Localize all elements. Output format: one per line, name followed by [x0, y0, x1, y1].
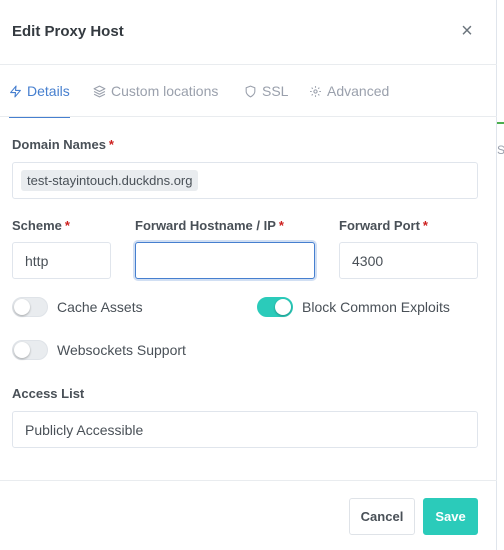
layers-icon [93, 85, 106, 97]
save-button[interactable]: Save [423, 498, 478, 535]
forward-hostname-input[interactable] [135, 242, 315, 279]
block-common-exploits-label: Block Common Exploits [302, 299, 450, 315]
domain-names-label: Domain Names * [12, 137, 114, 152]
domain-names-label-text: Domain Names [12, 137, 106, 152]
access-list-label: Access List [12, 386, 85, 401]
forward-port-input[interactable]: 4300 [339, 242, 478, 279]
switch-knob [14, 342, 30, 358]
scheme-value: http [25, 252, 49, 269]
domain-chip[interactable]: test-stayintouch.duckdns.org [21, 170, 199, 191]
tab-ssl[interactable]: SSL [244, 65, 288, 117]
cache-assets-switch[interactable] [12, 297, 48, 317]
tab-details[interactable]: Details [9, 65, 70, 118]
websockets-support-switch[interactable] [12, 340, 48, 360]
modal-footer: Cancel Save [0, 480, 497, 550]
required-mark: * [278, 218, 284, 233]
access-list-value: Publicly Accessible [25, 421, 144, 438]
shield-icon [245, 85, 256, 97]
edit-proxy-host-modal: Edit Proxy Host × Details Custom locatio… [0, 0, 497, 550]
cache-assets-label: Cache Assets [57, 299, 143, 315]
tab-details-label: Details [27, 83, 70, 99]
modal-header: Edit Proxy Host × [0, 0, 497, 65]
zap-icon [10, 85, 21, 97]
tab-custom-locations[interactable]: Custom locations [93, 65, 218, 117]
access-list-select[interactable]: Publicly Accessible [12, 411, 478, 448]
tab-advanced[interactable]: Advanced [309, 65, 389, 117]
forward-port-label-text: Forward Port [339, 218, 420, 233]
required-mark: * [422, 218, 428, 233]
background-accent-line [497, 122, 504, 124]
tab-custom-locations-label: Custom locations [111, 83, 219, 99]
scheme-label: Scheme * [12, 218, 70, 233]
scheme-label-text: Scheme [12, 218, 62, 233]
forward-hostname-label-text: Forward Hostname / IP [135, 218, 276, 233]
forward-port-value: 4300 [352, 252, 384, 269]
background-page-edge: S [497, 0, 504, 550]
tab-ssl-label: SSL [262, 83, 289, 99]
forward-port-label: Forward Port * [339, 218, 428, 233]
forward-hostname-label: Forward Hostname / IP * [135, 218, 284, 233]
close-icon[interactable]: × [458, 21, 476, 41]
cancel-button[interactable]: Cancel [349, 498, 415, 535]
tab-bar: Details Custom locations SSL Advanced [0, 65, 497, 118]
block-common-exploits-toggle[interactable]: Block Common Exploits [257, 297, 450, 317]
required-mark: * [108, 137, 114, 152]
websockets-support-toggle[interactable]: Websockets Support [12, 340, 186, 360]
gear-icon [310, 85, 321, 97]
block-common-exploits-switch[interactable] [257, 297, 293, 317]
switch-knob [14, 299, 30, 315]
cache-assets-toggle[interactable]: Cache Assets [12, 297, 143, 317]
websockets-support-label: Websockets Support [57, 342, 186, 358]
modal-title: Edit Proxy Host [12, 23, 124, 40]
background-partial-text: S [497, 143, 504, 157]
switch-knob [275, 299, 291, 315]
domain-names-input[interactable]: test-stayintouch.duckdns.org [12, 162, 478, 199]
scheme-select[interactable]: http [12, 242, 111, 279]
tab-advanced-label: Advanced [327, 83, 390, 99]
required-mark: * [64, 218, 70, 233]
